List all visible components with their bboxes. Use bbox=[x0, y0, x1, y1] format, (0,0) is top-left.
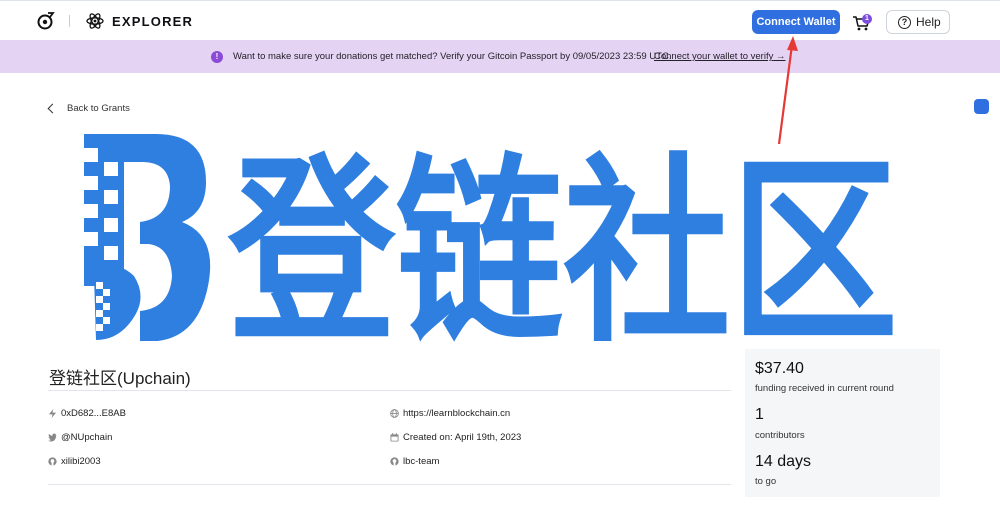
divider bbox=[48, 484, 731, 485]
banner-message: Want to make sure your donations get mat… bbox=[233, 51, 672, 62]
github-username: xilibi2003 bbox=[61, 456, 101, 467]
passport-notice-banner: ! Want to make sure your donations get m… bbox=[0, 40, 1000, 73]
github-org-name: lbc-team bbox=[403, 456, 440, 467]
calendar-icon bbox=[390, 433, 399, 442]
days-left-label: to go bbox=[755, 476, 777, 487]
website-url: https://learnblockchain.cn bbox=[403, 408, 511, 419]
info-icon: ! bbox=[211, 51, 223, 63]
days-left: 14 days bbox=[755, 453, 812, 470]
banner-chinese-text: 登链社区 bbox=[227, 137, 898, 351]
address-value: 0xD682...E8AB bbox=[61, 408, 126, 419]
verify-link-label: Connect your wallet to verify bbox=[654, 51, 774, 62]
project-banner-image: 登链社区 bbox=[84, 134, 898, 351]
arrow-right-icon: → bbox=[775, 51, 786, 62]
contributors-label: contributors bbox=[755, 430, 805, 441]
lightning-icon bbox=[48, 409, 57, 418]
cart-count-badge: 1 bbox=[862, 14, 872, 24]
funding-amount: $37.40 bbox=[755, 360, 804, 377]
created-on-text: Created on: April 19th, 2023 bbox=[403, 432, 522, 443]
round-stats-card: $37.40 funding received in current round… bbox=[745, 349, 940, 497]
github-icon bbox=[390, 457, 399, 466]
connect-wallet-button[interactable]: Connect Wallet bbox=[752, 10, 840, 34]
connect-wallet-verify-link[interactable]: Connect your wallet to verify → bbox=[654, 51, 785, 62]
funding-label: funding received in current round bbox=[755, 383, 894, 394]
upchain-b-logo bbox=[84, 134, 211, 341]
header-divider bbox=[69, 15, 70, 27]
divider bbox=[48, 390, 731, 391]
help-label: Help bbox=[916, 15, 941, 29]
twitter-icon bbox=[48, 433, 57, 442]
gitcoin-logo-icon[interactable] bbox=[36, 11, 56, 31]
globe-icon bbox=[390, 409, 399, 418]
github-icon bbox=[48, 457, 57, 466]
explorer-atom-icon bbox=[86, 13, 104, 29]
contributors-count: 1 bbox=[755, 406, 764, 423]
twitter-handle: @NUpchain bbox=[61, 432, 113, 443]
project-title: 登链社区(Upchain) bbox=[49, 369, 191, 388]
back-to-grants-label: Back to Grants bbox=[67, 103, 130, 114]
top-navigation-bar: EXPLORER Connect Wallet 1 ? Help bbox=[0, 0, 1000, 40]
side-widget-icon[interactable] bbox=[974, 99, 989, 114]
explorer-title[interactable]: EXPLORER bbox=[112, 14, 193, 29]
help-question-icon: ? bbox=[898, 16, 911, 29]
help-button[interactable]: ? Help bbox=[886, 10, 950, 34]
chevron-left-icon bbox=[47, 103, 58, 114]
